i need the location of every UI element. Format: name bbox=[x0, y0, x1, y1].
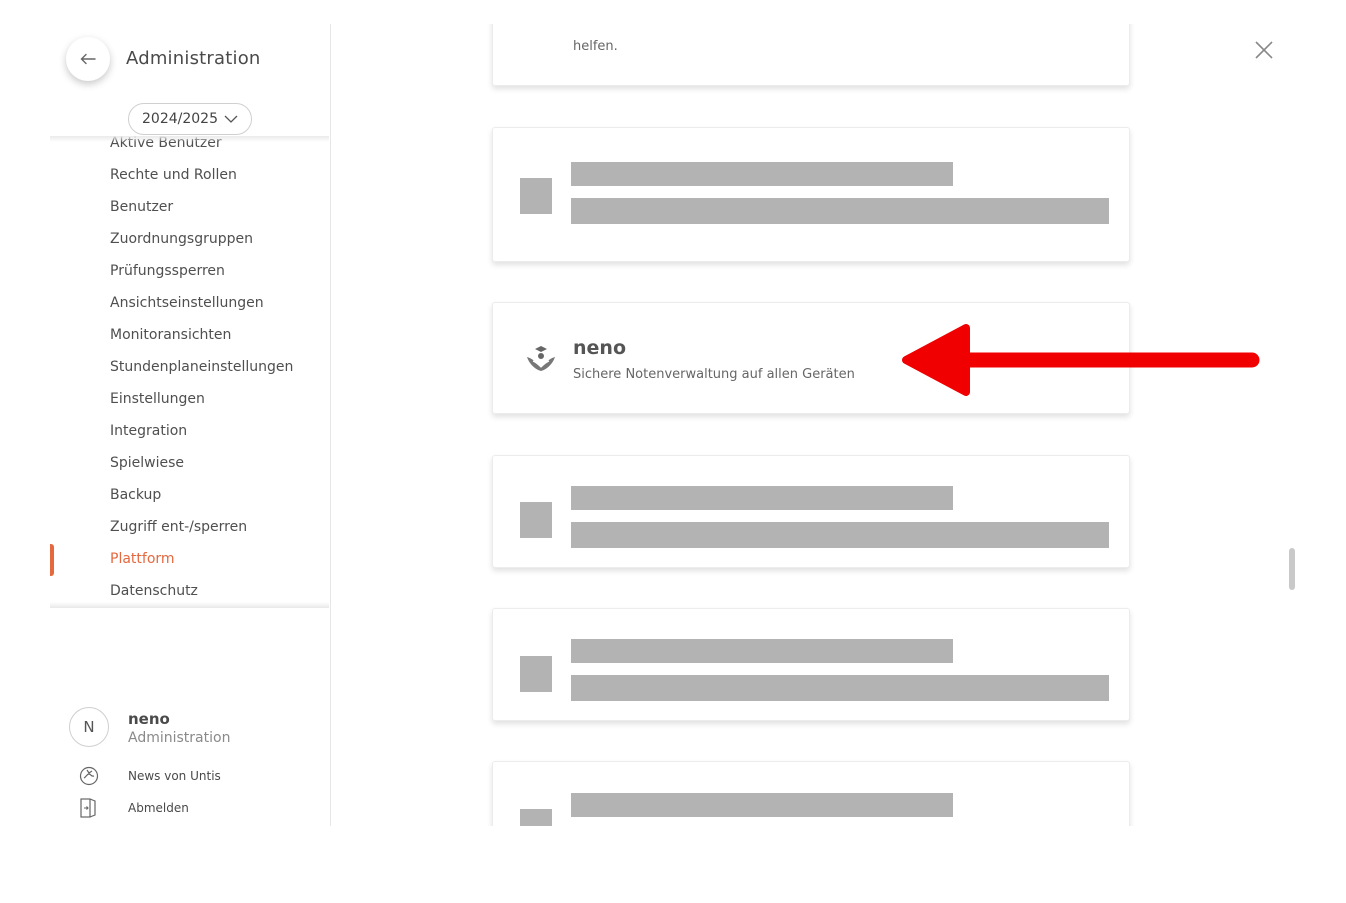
platform-card-placeholder[interactable] bbox=[492, 608, 1130, 721]
placeholder-logo bbox=[520, 178, 552, 214]
sidebar-item-backup[interactable]: Backup bbox=[110, 487, 161, 503]
active-item-marker bbox=[50, 544, 54, 576]
sidebar-item-plattform[interactable]: Plattform bbox=[110, 551, 175, 567]
avatar[interactable]: N bbox=[69, 707, 109, 747]
school-year-value: 2024/2025 bbox=[142, 111, 218, 127]
platform-card-placeholder[interactable] bbox=[492, 761, 1130, 826]
sidebar-item-monitoransichten[interactable]: Monitoransichten bbox=[110, 327, 231, 343]
placeholder-logo bbox=[520, 502, 552, 538]
user-role: Administration bbox=[128, 730, 231, 746]
neno-logo-icon bbox=[527, 346, 555, 371]
scrollbar-thumb[interactable] bbox=[1289, 548, 1295, 590]
annotation-arrow-icon bbox=[902, 324, 1260, 396]
nav-scroll-shadow-top bbox=[50, 136, 329, 142]
logout-icon bbox=[80, 798, 96, 818]
close-icon[interactable] bbox=[1252, 38, 1276, 62]
platform-card-placeholder[interactable] bbox=[492, 455, 1130, 568]
sidebar-item-spielwiese[interactable]: Spielwiese bbox=[110, 455, 184, 471]
arrow-left-icon bbox=[80, 53, 96, 65]
avatar-initial: N bbox=[83, 718, 95, 736]
sidebar-item-pruefungssperren[interactable]: Prüfungssperren bbox=[110, 263, 225, 279]
placeholder-subtitle bbox=[571, 198, 1109, 224]
chevron-down-icon bbox=[224, 115, 238, 123]
card-description: helfen. bbox=[573, 39, 618, 54]
sidebar-item-rechte-und-rollen[interactable]: Rechte und Rollen bbox=[110, 167, 237, 183]
placeholder-subtitle bbox=[571, 522, 1109, 548]
nav-scroll-shadow-bottom bbox=[50, 602, 329, 608]
logout-link[interactable]: Abmelden bbox=[128, 801, 189, 815]
school-year-select[interactable]: 2024/2025 bbox=[128, 103, 252, 135]
sidebar: Administration 2024/2025 Aktive Benutzer… bbox=[50, 24, 331, 826]
sidebar-item-benutzer[interactable]: Benutzer bbox=[110, 199, 173, 215]
user-name: neno bbox=[128, 710, 170, 728]
sidebar-item-stundenplaneinstellungen[interactable]: Stundenplaneinstellungen bbox=[110, 359, 293, 375]
sidebar-item-zuordnungsgruppen[interactable]: Zuordnungsgruppen bbox=[110, 231, 253, 247]
platform-content: helfen. neno Sichere Notenverwaltung auf… bbox=[331, 24, 1296, 826]
sidebar-item-einstellungen[interactable]: Einstellungen bbox=[110, 391, 205, 407]
sidebar-item-ansichtseinstellungen[interactable]: Ansichtseinstellungen bbox=[110, 295, 264, 311]
placeholder-title bbox=[571, 639, 953, 663]
sidebar-item-datenschutz[interactable]: Datenschutz bbox=[110, 583, 198, 599]
admin-nav: Aktive Benutzer Rechte und Rollen Benutz… bbox=[50, 132, 329, 604]
placeholder-logo bbox=[520, 809, 552, 826]
placeholder-title bbox=[571, 793, 953, 817]
sidebar-item-integration[interactable]: Integration bbox=[110, 423, 187, 439]
placeholder-title bbox=[571, 162, 953, 186]
back-button[interactable] bbox=[66, 37, 110, 81]
placeholder-subtitle bbox=[571, 675, 1109, 701]
placeholder-title bbox=[571, 486, 953, 510]
app-window: Administration 2024/2025 Aktive Benutzer… bbox=[50, 24, 1296, 826]
news-icon bbox=[79, 766, 99, 786]
platform-card-placeholder[interactable] bbox=[492, 127, 1130, 262]
placeholder-logo bbox=[520, 656, 552, 692]
sidebar-item-zugriff[interactable]: Zugriff ent-/sperren bbox=[110, 519, 247, 535]
page-title: Administration bbox=[126, 48, 261, 69]
neno-title: neno bbox=[573, 337, 626, 359]
news-link[interactable]: News von Untis bbox=[128, 769, 221, 783]
neno-subtitle: Sichere Notenverwaltung auf allen Geräte… bbox=[573, 367, 855, 382]
platform-card[interactable]: helfen. bbox=[492, 24, 1130, 86]
